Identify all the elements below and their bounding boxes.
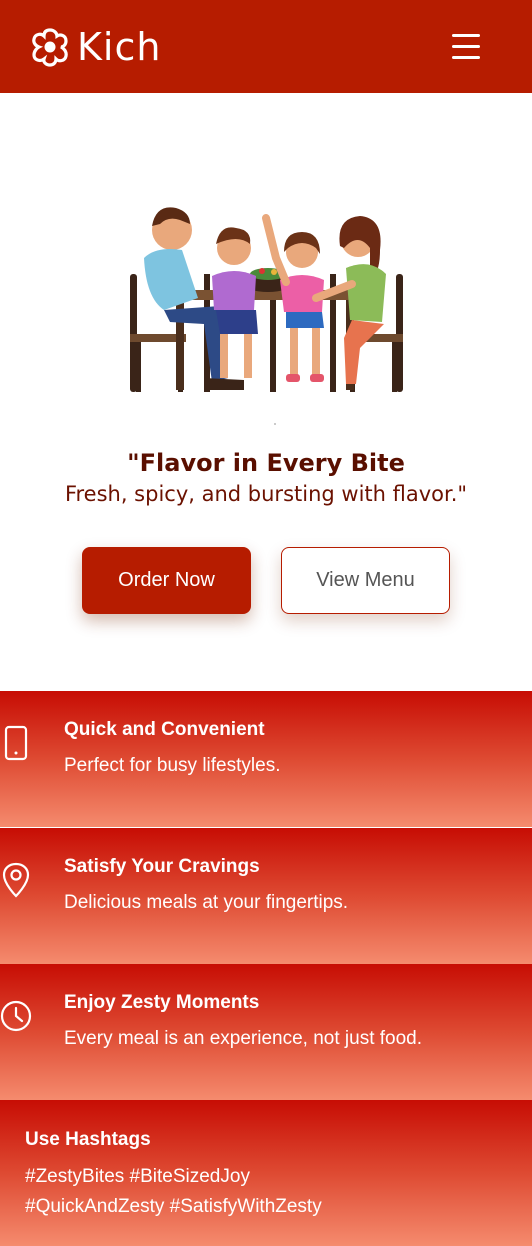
family-dinner-illustration — [130, 207, 403, 392]
feature-card-moments: Enjoy Zesty Moments Every meal is an exp… — [0, 964, 532, 1100]
feature-description: Perfect for busy lifestyles. — [64, 755, 281, 776]
flower-logo-icon — [32, 28, 68, 67]
hamburger-menu-icon — [452, 34, 480, 37]
order-now-button[interactable]: Order Now — [82, 547, 251, 614]
feature-title: Satisfy Your Cravings — [64, 856, 260, 877]
feature-card-quick: Quick and Convenient Perfect for busy li… — [0, 691, 532, 827]
feature-title: Quick and Convenient — [64, 719, 265, 740]
view-menu-button[interactable]: View Menu — [281, 547, 450, 614]
hashtags-title: Use Hashtags — [25, 1129, 151, 1150]
hamburger-menu-button[interactable] — [448, 30, 486, 64]
hero-quote-title: "Flavor in Every Bite — [127, 449, 405, 477]
hashtags-line: #ZestyBites #BiteSizedJoy — [25, 1166, 250, 1187]
brand-name: Kich — [77, 25, 162, 69]
map-pin-icon — [2, 862, 30, 898]
feature-description: Every meal is an experience, not just fo… — [64, 1028, 423, 1049]
hero-quote-subtitle: Fresh, spicy, and bursting with flavor." — [64, 482, 468, 506]
brand-logo[interactable]: Kich — [29, 26, 161, 68]
feature-description: Delicious meals at your fingertips. — [64, 892, 349, 913]
hashtags-section: Use Hashtags #ZestyBites #BiteSizedJoy #… — [0, 1100, 532, 1246]
smartphone-icon — [4, 725, 28, 761]
top-navbar: Kich — [0, 0, 532, 93]
clock-icon — [0, 1000, 32, 1032]
feature-title: Enjoy Zesty Moments — [64, 992, 260, 1013]
decorative-dot — [274, 423, 276, 425]
feature-card-cravings: Satisfy Your Cravings Delicious meals at… — [0, 828, 532, 964]
hashtags-line: #QuickAndZesty #SatisfyWithZesty — [25, 1196, 322, 1217]
